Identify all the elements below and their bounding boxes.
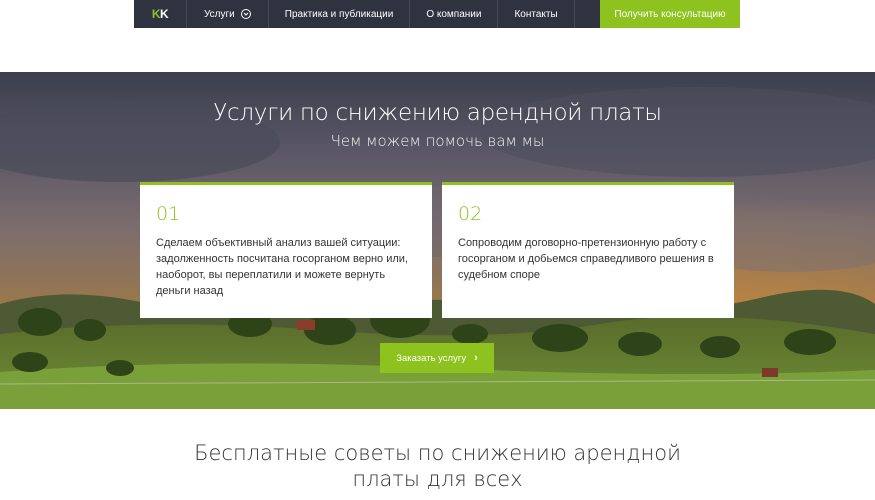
hero-subtitle: Чем можем помочь вам мы bbox=[330, 132, 545, 150]
free-advice-heading: Бесплатные советы по снижению арендной п… bbox=[180, 440, 695, 492]
service-card-number: 02 bbox=[458, 203, 483, 225]
order-service-button[interactable]: Заказать услугу › bbox=[380, 343, 494, 373]
free-advice-heading-line2: платы для всех bbox=[352, 467, 523, 491]
service-card-number: 01 bbox=[156, 203, 181, 225]
hero-section: Услуги по снижению арендной платы Чем мо… bbox=[0, 72, 875, 409]
nav-item-practice-label: Практика и публикации bbox=[284, 8, 394, 20]
chevron-down-icon bbox=[240, 9, 251, 19]
service-card-text: Сделаем объективный анализ вашей ситуаци… bbox=[156, 237, 408, 297]
service-card-2: 02 Сопроводим договорно-претензионную ра… bbox=[442, 182, 734, 318]
service-card-text: Сопроводим договорно-претензионную работ… bbox=[458, 237, 714, 281]
hero-title: Услуги по снижению арендной платы bbox=[213, 100, 662, 126]
service-card-1: 01 Сделаем объективный анализ вашей ситу… bbox=[140, 182, 432, 318]
nav-item-contacts-label: Контакты bbox=[514, 8, 558, 20]
nav-item-services-label: Услуги bbox=[204, 8, 235, 20]
get-consultation-button[interactable]: Получить консультацию bbox=[600, 0, 740, 28]
free-advice-heading-line1: Бесплатные советы по снижению арендной bbox=[194, 441, 681, 465]
chevron-right-icon: › bbox=[474, 352, 478, 364]
top-nav: KK Услуги Практика и публикации О компан… bbox=[134, 0, 740, 28]
nav-item-contacts[interactable]: Контакты bbox=[497, 0, 575, 28]
nav-item-about-label: О компании bbox=[426, 8, 482, 20]
logo[interactable]: KK bbox=[134, 0, 186, 28]
order-service-label: Заказать услугу bbox=[396, 352, 467, 364]
logo-letter-green: K bbox=[151, 7, 161, 21]
nav-item-practice[interactable]: Практика и публикации bbox=[267, 0, 410, 28]
nav-item-services[interactable]: Услуги bbox=[186, 0, 268, 28]
logo-letter-white: K bbox=[160, 7, 169, 21]
nav-item-about[interactable]: О компании bbox=[409, 0, 497, 28]
